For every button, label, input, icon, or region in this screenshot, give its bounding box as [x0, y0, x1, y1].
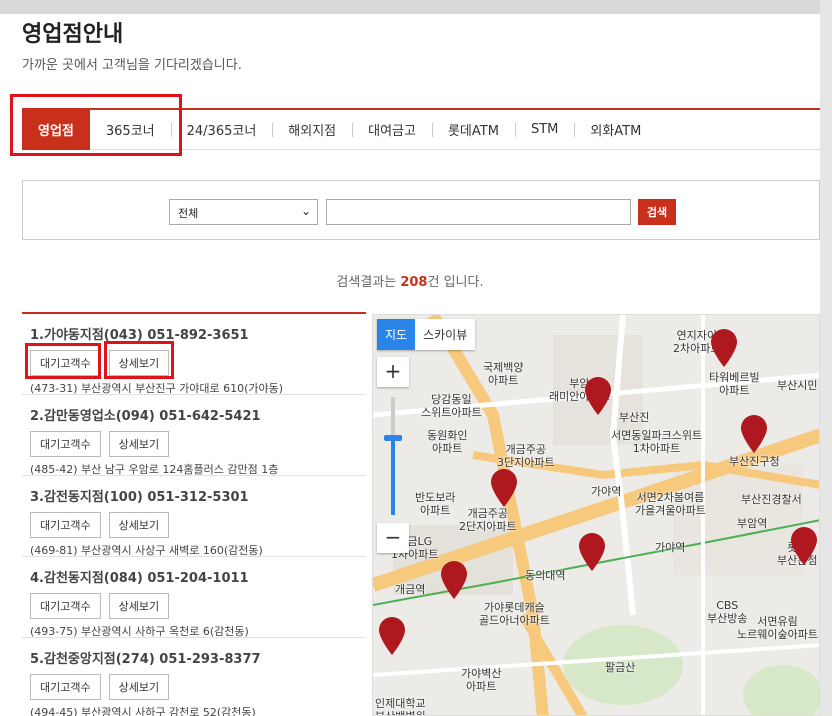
map-label: 가야역	[591, 485, 622, 498]
map-label: 동의대역	[525, 569, 566, 582]
tab-branch[interactable]: 영업점	[22, 109, 90, 150]
map-view[interactable]: 국제백양 아파트 부암 래미안아파트 연지자이 2차아파트 타워베르빌 아파트 …	[372, 314, 820, 716]
map-type-map-button[interactable]: 지도	[377, 319, 416, 350]
map-pin-icon[interactable]	[379, 617, 405, 655]
map-pin-icon[interactable]	[491, 469, 517, 507]
tab-365-corner[interactable]: 365코너	[90, 110, 171, 150]
region-select-value: 전체	[178, 207, 199, 220]
result-summary: 검색결과는 208건 입니다.	[0, 271, 820, 290]
map-label: 국제백양 아파트	[483, 361, 524, 387]
list-item: 2.감만동영업소(094) 051-642-5421 대기고객수 상세보기 (48…	[22, 395, 366, 476]
page-title: 영업점안내	[22, 22, 124, 47]
map-pin-icon[interactable]	[585, 377, 611, 415]
branch-title[interactable]: 2.감만동영업소(094) 051-642-5421	[30, 405, 366, 424]
map-label: 개금주공 3단지아파트	[497, 443, 555, 469]
search-panel: 전체 ⌄ 검색	[22, 180, 820, 240]
branch-title[interactable]: 4.감천동지점(084) 051-204-1011	[30, 567, 366, 586]
wait-count-button[interactable]: 대기고객수	[30, 512, 101, 538]
branch-address: (469-81) 부산광역시 사상구 새벽로 160(감전동)	[30, 544, 263, 557]
detail-button[interactable]: 상세보기	[108, 674, 170, 700]
tab-fx-atm[interactable]: 외화ATM	[574, 110, 657, 150]
map-pin-icon[interactable]	[791, 527, 817, 565]
map-label: 부암역	[737, 517, 768, 530]
map-label: 팔금산	[605, 661, 636, 674]
search-button[interactable]: 검색	[638, 199, 676, 225]
zoom-out-button[interactable]: −	[377, 523, 409, 553]
zoom-in-button[interactable]: +	[377, 357, 409, 387]
map-label: 개금주공 2단지아파트	[459, 507, 517, 533]
category-tabs: 영업점 365코너 24/365코너 해외지점 대여금고 롯데ATM STM 외…	[22, 108, 820, 150]
tab-24-365-corner[interactable]: 24/365코너	[170, 110, 273, 150]
map-pin-icon[interactable]	[441, 561, 467, 599]
window-edge	[820, 0, 832, 716]
tab-safe-deposit[interactable]: 대여금고	[352, 110, 432, 150]
map-type-toggle: 지도 스카이뷰	[377, 319, 476, 350]
zoom-track-fill	[391, 439, 395, 515]
page-subtitle: 가까운 곳에서 고객님을 기다리겠습니다.	[22, 58, 242, 73]
page: 영업점안내 가까운 곳에서 고객님을 기다리겠습니다. 영업점 365코너 24…	[0, 14, 820, 716]
tab-overseas[interactable]: 해외지점	[272, 110, 352, 150]
wait-count-button[interactable]: 대기고객수	[30, 593, 101, 619]
region-select[interactable]: 전체 ⌄	[169, 199, 318, 225]
map-pin-icon[interactable]	[741, 415, 767, 453]
branch-title[interactable]: 1.가야동지점(043) 051-892-3651	[30, 324, 366, 343]
list-item: 1.가야동지점(043) 051-892-3651 대기고객수 상세보기 (473…	[22, 314, 366, 395]
map-label: 개금역	[395, 583, 426, 596]
detail-button[interactable]: 상세보기	[108, 431, 170, 457]
map-label: 부산시민	[777, 379, 818, 392]
map-label: 서면유림 노르웨이숲아파트	[737, 615, 818, 641]
map-pin-icon[interactable]	[711, 329, 737, 367]
detail-button[interactable]: 상세보기	[108, 512, 170, 538]
map-label: 서면동일파크스위트 1차아파트	[611, 429, 703, 455]
map-label: 타워베르빌 아파트	[709, 371, 760, 397]
detail-button[interactable]: 상세보기	[108, 593, 170, 619]
branch-title[interactable]: 5.감천중앙지점(274) 051-293-8377	[30, 648, 366, 667]
map-label: 인제대학교 부산백병원	[375, 697, 426, 715]
branch-list: 1.가야동지점(043) 051-892-3651 대기고객수 상세보기 (473…	[22, 312, 366, 716]
map-label: 가야롯데캐슬 골드아너아파트	[479, 601, 550, 627]
list-item: 3.감전동지점(100) 051-312-5301 대기고객수 상세보기 (469…	[22, 476, 366, 557]
tab-stm[interactable]: STM	[514, 110, 574, 150]
zoom-slider-handle[interactable]	[384, 435, 402, 441]
branch-address: (473-31) 부산광역시 부산진구 가야대로 610(가야동)	[30, 382, 284, 395]
map-label: 부산진구청	[729, 455, 780, 468]
map-pin-icon[interactable]	[579, 533, 605, 571]
result-prefix: 검색결과는	[336, 275, 401, 290]
map-label: 서면2차봄여름 가을겨울아파트	[635, 491, 706, 517]
branch-address: (493-75) 부산광역시 사하구 옥천로 6(감천동)	[30, 625, 249, 638]
result-suffix: 건 입니다.	[427, 275, 484, 290]
branch-address: (494-45) 부산광역시 사하구 감천로 52(감천동)	[30, 706, 256, 716]
map-label: 당감동일 스위트아파트	[421, 393, 482, 419]
map-type-skyview-button[interactable]: 스카이뷰	[415, 319, 475, 350]
chevron-down-icon: ⌄	[300, 204, 311, 218]
branch-address: (485-42) 부산 남구 우암로 124홈플러스 감만점 1층	[30, 463, 279, 476]
map-label: 부산진	[619, 411, 650, 424]
list-item: 5.감천중앙지점(274) 051-293-8377 대기고객수 상세보기 (49…	[22, 638, 366, 716]
map-label: 반도보라 아파트	[415, 491, 456, 517]
search-input[interactable]	[326, 199, 631, 225]
wait-count-button[interactable]: 대기고객수	[30, 350, 101, 376]
tab-lotte-atm[interactable]: 롯데ATM	[431, 110, 515, 150]
map-label: 가야역	[655, 541, 686, 554]
detail-button[interactable]: 상세보기	[108, 350, 170, 376]
wait-count-button[interactable]: 대기고객수	[30, 431, 101, 457]
list-item: 4.감천동지점(084) 051-204-1011 대기고객수 상세보기 (493…	[22, 557, 366, 638]
result-count: 208	[400, 275, 428, 290]
branch-title[interactable]: 3.감전동지점(100) 051-312-5301	[30, 486, 366, 505]
map-label: 동원화인 아파트	[427, 429, 468, 455]
zoom-control: + −	[377, 357, 409, 557]
map-label: 부산진경찰서	[741, 493, 802, 506]
wait-count-button[interactable]: 대기고객수	[30, 674, 101, 700]
map-label: 가야벽산 아파트	[461, 667, 502, 693]
